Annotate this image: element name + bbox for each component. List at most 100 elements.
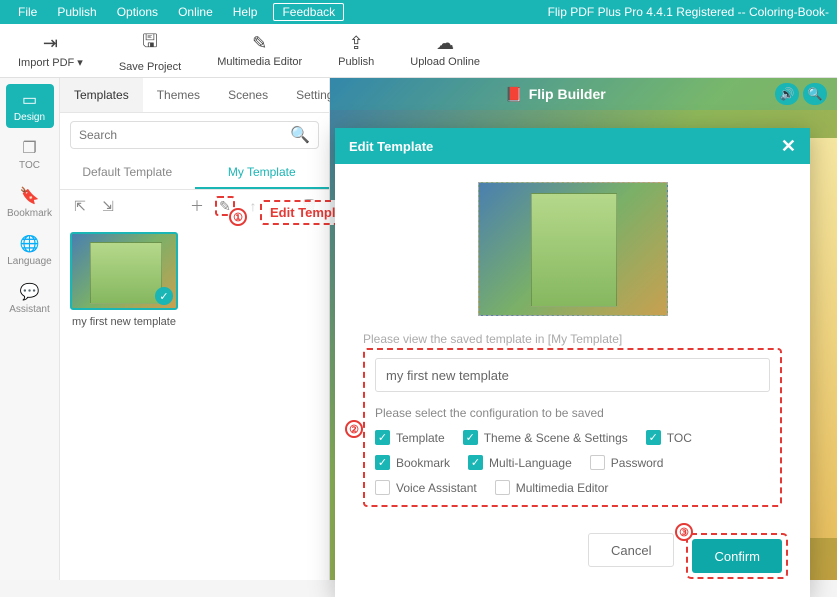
menu-file[interactable]: File — [8, 5, 47, 19]
confirm-highlight: Confirm — [686, 533, 788, 579]
sidenav-assistant[interactable]: 💬 Assistant — [6, 276, 54, 320]
subtab-default-template[interactable]: Default Template — [60, 157, 195, 189]
search-preview-icon[interactable]: 🔍 — [803, 83, 827, 105]
panel-tabs: Templates Themes Scenes Settings — [60, 78, 329, 113]
checkbox-icon[interactable]: ✓ — [375, 455, 390, 470]
assistant-icon: 💬 — [20, 282, 40, 302]
template-grid: ✓ my first new template — [60, 222, 329, 340]
sidenav-design[interactable]: ▭ Design — [6, 84, 54, 128]
template-card[interactable]: ✓ my first new template — [70, 232, 178, 328]
subtab-my-template[interactable]: My Template — [195, 157, 330, 189]
checkbox-toc[interactable]: ✓ TOC — [646, 430, 692, 445]
checkbox-icon[interactable]: ✓ — [468, 455, 483, 470]
checkbox-label: TOC — [667, 431, 692, 445]
annotation-badge-2: ② — [345, 420, 363, 438]
checkbox-icon[interactable]: ✓ — [463, 430, 478, 445]
modal-header: Edit Template ✕ — [335, 128, 810, 164]
checkbox-label: Multimedia Editor — [516, 481, 609, 495]
checkbox-label: Bookmark — [396, 456, 450, 470]
modal-form-section: Please select the configuration to be sa… — [363, 348, 782, 507]
preview-header: 📕 Flip Builder 🔊 🔍 — [330, 78, 837, 110]
checkbox-icon[interactable]: ✓ — [646, 430, 661, 445]
feedback-button[interactable]: Feedback — [273, 3, 344, 21]
checkbox-bookmark[interactable]: ✓ Bookmark — [375, 455, 450, 470]
logo-icon: 📕 — [505, 86, 522, 103]
design-icon: ▭ — [22, 90, 37, 110]
search-input[interactable] — [79, 128, 290, 142]
template-name-input[interactable] — [375, 358, 770, 392]
search-box[interactable]: 🔍 — [70, 121, 319, 149]
checkbox-icon[interactable] — [590, 455, 605, 470]
publish-button[interactable]: ⇪ Publish — [320, 33, 392, 68]
upload-online-button[interactable]: ☁ Upload Online — [392, 33, 498, 68]
checkbox-theme-scene-settings[interactable]: ✓ Theme & Scene & Settings — [463, 430, 628, 445]
config-label: Please select the configuration to be sa… — [375, 406, 770, 420]
bookmark-icon: 🔖 — [20, 186, 40, 206]
import-template-icon[interactable]: ⇱ — [70, 196, 90, 216]
language-label: Language — [7, 256, 52, 267]
search-icon[interactable]: 🔍 — [290, 125, 310, 145]
modal-footer: Cancel Confirm — [335, 519, 810, 597]
checkbox-label: Password — [611, 456, 664, 470]
save-icon: 🖫 — [142, 29, 157, 59]
tab-templates[interactable]: Templates — [60, 78, 143, 112]
import-icon: ⇥ — [43, 33, 58, 54]
checkbox-grid: ✓Template✓Theme & Scene & Settings✓TOC✓B… — [375, 430, 770, 495]
checkbox-template[interactable]: ✓ Template — [375, 430, 445, 445]
annotation-badge-3: ③ — [675, 523, 693, 541]
menu-publish[interactable]: Publish — [47, 5, 106, 19]
toolbar: ⇥ Import PDF ▾ 🖫 Save Project ✎ Multimed… — [0, 24, 837, 78]
tab-scenes[interactable]: Scenes — [214, 78, 282, 112]
checkbox-password[interactable]: Password — [590, 455, 664, 470]
sound-icon[interactable]: 🔊 — [775, 83, 799, 105]
checkbox-label: Theme & Scene & Settings — [484, 431, 628, 445]
confirm-button[interactable]: Confirm — [692, 539, 782, 573]
template-label: my first new template — [70, 316, 178, 328]
sidenav-language[interactable]: 🌐 Language — [6, 228, 54, 272]
upload-label: Upload Online — [410, 56, 480, 68]
template-subtabs: Default Template My Template — [60, 157, 329, 190]
checkbox-multi-language[interactable]: ✓ Multi-Language — [468, 455, 572, 470]
checkbox-icon[interactable] — [495, 480, 510, 495]
selected-check-icon: ✓ — [155, 287, 173, 305]
design-panel: Templates Themes Scenes Settings 🔍 Defau… — [60, 78, 330, 580]
checkbox-label: Voice Assistant — [396, 481, 477, 495]
multimedia-label: Multimedia Editor — [217, 56, 302, 68]
multimedia-editor-button[interactable]: ✎ Multimedia Editor — [199, 33, 320, 68]
sidenav-toc[interactable]: ❐ TOC — [6, 132, 54, 176]
template-thumbnail[interactable]: ✓ — [70, 232, 178, 310]
menu-options[interactable]: Options — [107, 5, 168, 19]
checkbox-icon[interactable]: ✓ — [375, 430, 390, 445]
language-icon: 🌐 — [20, 234, 40, 254]
modal-hint: Please view the saved template in [My Te… — [363, 332, 782, 346]
save-project-button[interactable]: 🖫 Save Project — [101, 29, 199, 73]
checkbox-label: Template — [396, 431, 445, 445]
sidenav: ▭ Design ❐ TOC 🔖 Bookmark 🌐 Language 💬 A… — [0, 78, 60, 580]
add-template-icon[interactable]: ＋ — [187, 196, 207, 216]
design-label: Design — [14, 112, 45, 123]
checkbox-label: Multi-Language — [489, 456, 572, 470]
menu-online[interactable]: Online — [168, 5, 223, 19]
checkbox-voice-assistant[interactable]: Voice Assistant — [375, 480, 477, 495]
tab-themes[interactable]: Themes — [143, 78, 214, 112]
sidenav-bookmark[interactable]: 🔖 Bookmark — [6, 180, 54, 224]
close-icon[interactable]: ✕ — [781, 136, 796, 157]
modal-thumbnail — [478, 182, 668, 316]
publish-icon: ⇪ — [349, 33, 364, 54]
publish-label: Publish — [338, 56, 374, 68]
save-label: Save Project — [119, 61, 181, 73]
flip-builder-logo: 📕 Flip Builder — [505, 86, 605, 103]
checkbox-multimedia-editor[interactable]: Multimedia Editor — [495, 480, 609, 495]
modal-title: Edit Template — [349, 139, 433, 154]
cancel-button[interactable]: Cancel — [588, 533, 674, 567]
bookmark-label: Bookmark — [7, 208, 52, 219]
window-title: Flip PDF Plus Pro 4.4.1 Registered -- Co… — [548, 5, 829, 19]
export-template-icon[interactable]: ⇲ — [98, 196, 118, 216]
assistant-label: Assistant — [9, 304, 50, 315]
annotation-badge-1: ① — [229, 208, 247, 226]
import-label: Import PDF ▾ — [18, 56, 83, 69]
checkbox-icon[interactable] — [375, 480, 390, 495]
menu-help[interactable]: Help — [223, 5, 268, 19]
multimedia-icon: ✎ — [252, 33, 267, 54]
import-pdf-button[interactable]: ⇥ Import PDF ▾ — [0, 33, 101, 69]
